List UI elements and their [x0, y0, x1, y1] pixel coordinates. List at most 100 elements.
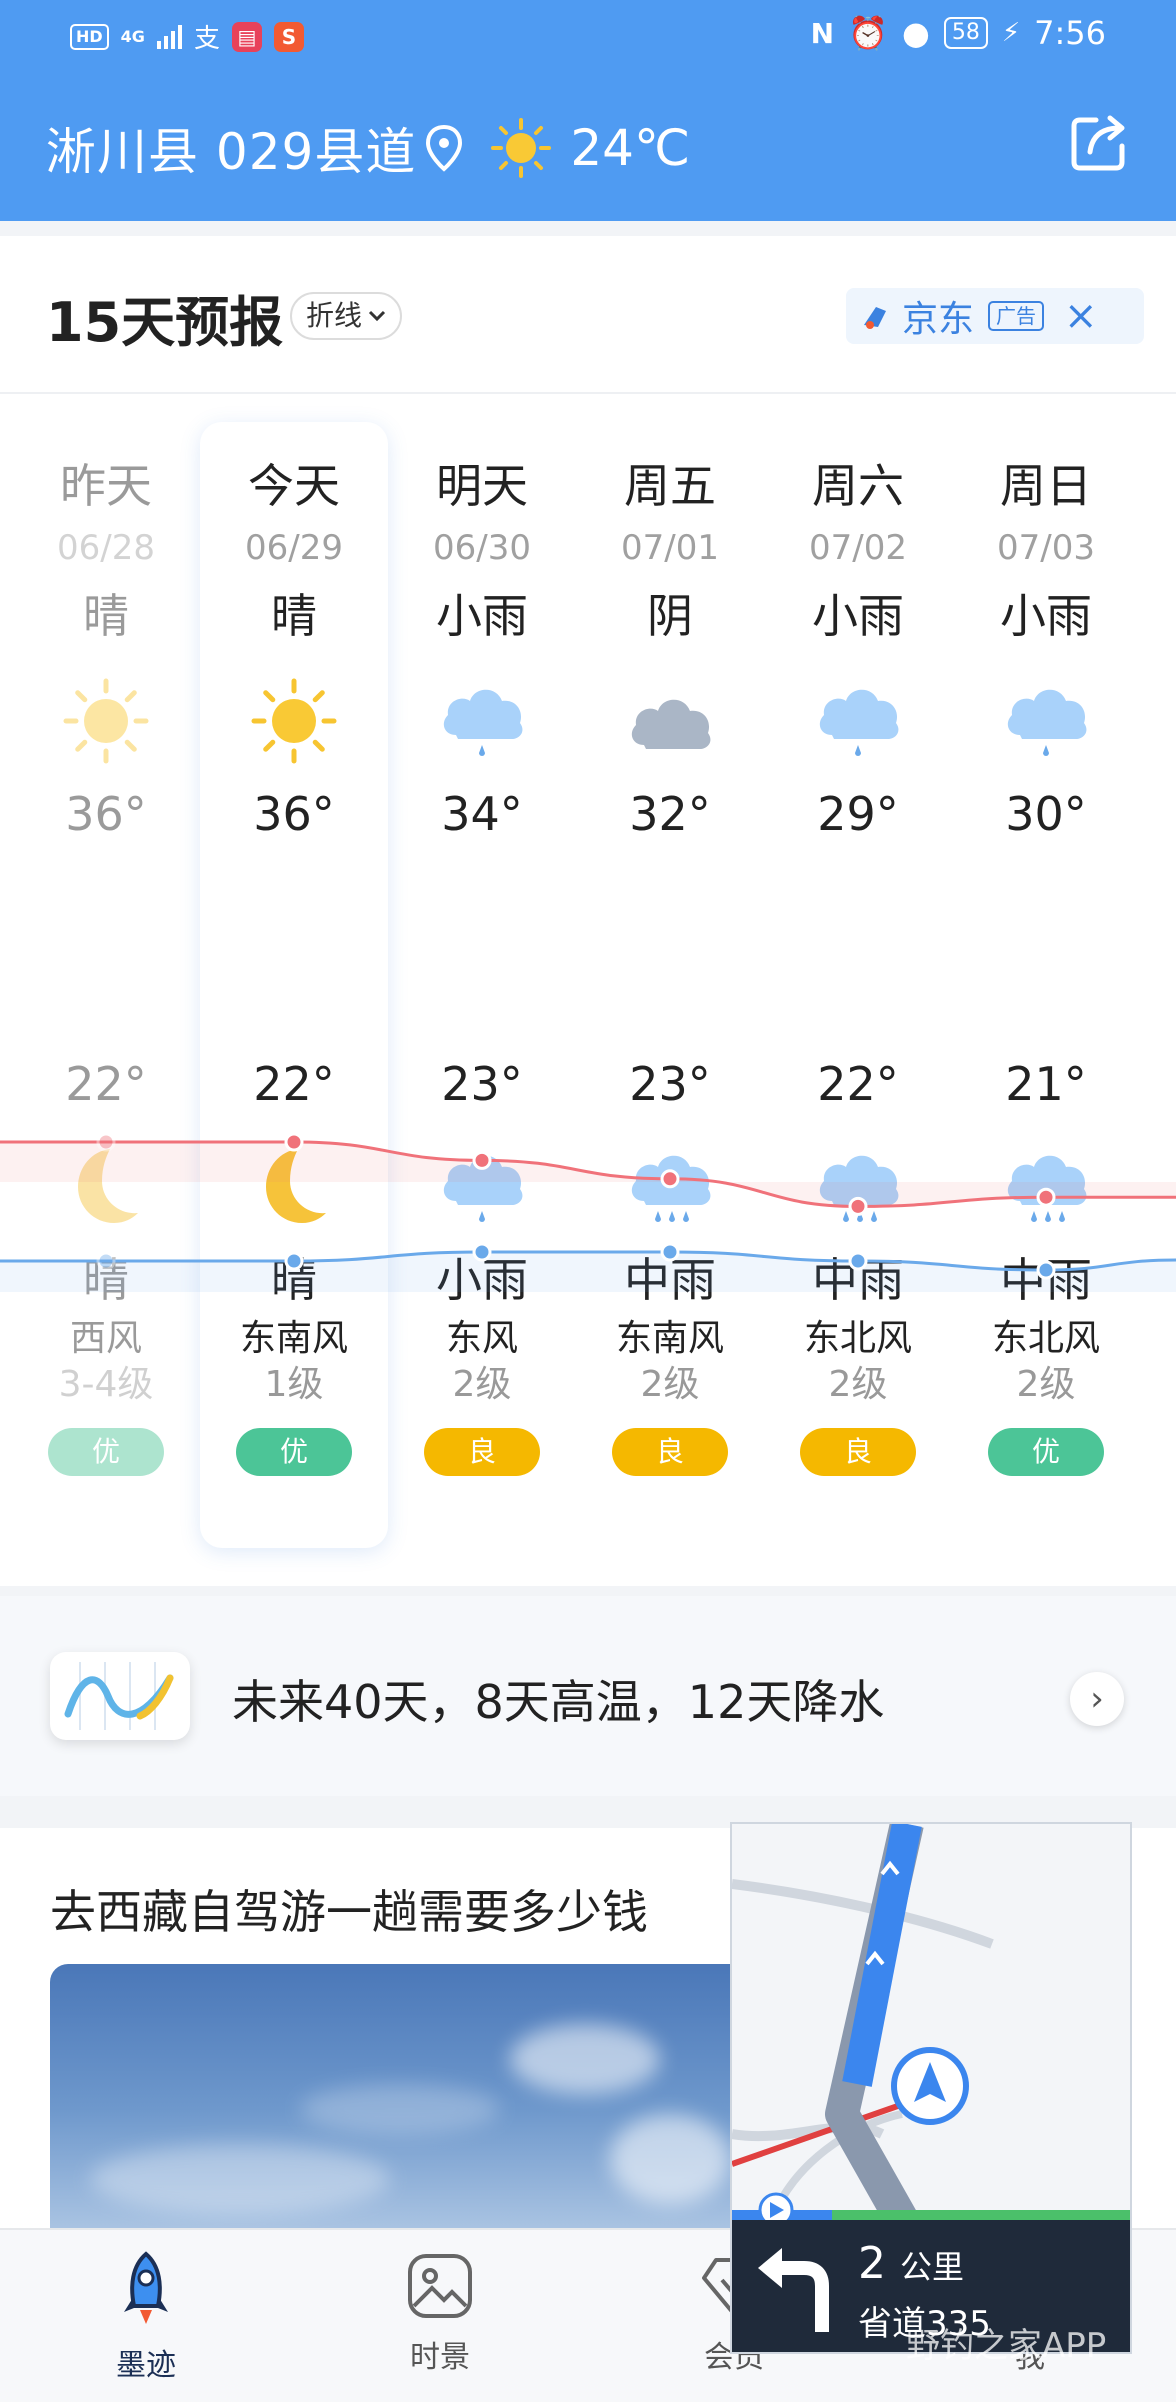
data-point: [96, 1251, 116, 1271]
wind-level: 2级: [1016, 1364, 1076, 1405]
overcast-icon: [631, 699, 711, 749]
location-bar[interactable]: 淅川县 029县道 24℃: [46, 112, 690, 184]
data-point: [660, 1169, 680, 1189]
status-right: N ⏰ ● 58 ⚡ 7:56: [811, 14, 1106, 52]
app-header: HD 4G 支 ▤ S N ⏰ ● 58 ⚡ 7:56 淅川县 029县道 24…: [0, 0, 1176, 221]
article-title[interactable]: 去西藏自驾游一趟需要多少钱: [50, 1876, 648, 1942]
navigation-overlay[interactable]: 2 公里 省道335: [730, 1822, 1132, 2354]
light-rain-icon: [1007, 689, 1087, 756]
wind-level: 2级: [640, 1364, 700, 1405]
day-column-top[interactable]: 昨天 06/28 晴 36°: [12, 458, 200, 842]
day-name: 周五: [624, 459, 716, 513]
wind-level: 3-4级: [58, 1364, 154, 1405]
day-date: 07/02: [809, 528, 907, 568]
day-date: 07/03: [997, 528, 1095, 568]
day-name: 周六: [812, 459, 904, 513]
day-column-top[interactable]: 周日 07/03 小雨 30°: [952, 458, 1140, 842]
forecast-title: 15天预报: [46, 291, 284, 354]
clock: 7:56: [1034, 14, 1106, 52]
nfc-icon: N: [810, 16, 835, 50]
panel-divider: [0, 392, 1176, 394]
data-point: [660, 1242, 680, 1262]
high-temp: 30°: [1005, 787, 1087, 841]
sun-icon: [251, 678, 337, 764]
aqi-badge[interactable]: 良: [800, 1428, 916, 1476]
light-rain-icon: [819, 689, 899, 756]
tab-label: 时景: [410, 2340, 470, 2375]
aqi-badge[interactable]: 优: [48, 1428, 164, 1476]
sogou-app-icon: S: [273, 21, 304, 52]
tab-moji[interactable]: 墨迹: [56, 2250, 236, 2384]
long-term-forecast-bar[interactable]: 未来40天，8天高温，12天降水 ›: [0, 1596, 1176, 1796]
reader-app-icon: ▤: [231, 21, 262, 52]
day-date: 06/28: [57, 528, 155, 568]
chart-mode-label: 折线: [306, 299, 363, 332]
day-weather-icon: [764, 666, 952, 776]
network-label: 4G: [120, 27, 145, 46]
wind-direction: 东南风: [239, 1318, 348, 1359]
day-weather-icon: [12, 666, 200, 776]
current-temperature: 24℃: [570, 119, 691, 177]
article-image[interactable]: [50, 1964, 730, 2228]
navigation-distance: 2 公里: [858, 2238, 964, 2289]
sun-icon: [63, 678, 149, 764]
day-weather: 小雨: [812, 589, 904, 643]
distance-unit: 公里: [900, 2248, 965, 2286]
day-column-top[interactable]: 周六 07/02 小雨 29°: [764, 458, 952, 842]
signal-icon: [156, 24, 182, 49]
location-title[interactable]: 淅川县 029县道: [46, 112, 416, 184]
day-column-top[interactable]: 明天 06/30 小雨 34°: [388, 458, 576, 842]
data-point: [848, 1251, 868, 1271]
chevron-down-icon: [368, 310, 386, 322]
location-pin-icon: [426, 124, 463, 172]
wind-direction: 东南风: [615, 1318, 724, 1359]
light-rain-icon: [443, 689, 523, 756]
rocket-icon: [124, 2251, 168, 2324]
data-point: [472, 1242, 492, 1262]
ad-close-button[interactable]: ×: [1064, 296, 1098, 336]
wind-level: 1级: [264, 1364, 324, 1405]
location-status-icon: ●: [901, 14, 930, 52]
ad-brand: 京东: [902, 299, 975, 340]
hd-badge: HD: [70, 23, 109, 50]
data-point: [284, 1132, 304, 1152]
trend-chart-icon: [50, 1652, 190, 1740]
share-icon[interactable]: [1066, 110, 1132, 176]
alarm-icon: ⏰: [848, 14, 888, 52]
day-column-top[interactable]: 周五 07/01 阴 32°: [576, 458, 764, 842]
data-point: [1036, 1260, 1056, 1280]
sun-icon: [491, 118, 552, 178]
tab-shijing[interactable]: 时景: [350, 2250, 530, 2376]
high-temp: 32°: [629, 787, 711, 841]
day-date: 07/01: [621, 528, 719, 568]
wind-level: 2级: [828, 1364, 888, 1405]
aqi-badge[interactable]: 良: [424, 1428, 540, 1476]
wind-direction: 东北风: [991, 1318, 1100, 1359]
aqi-badge[interactable]: 优: [236, 1428, 352, 1476]
day-name: 今天: [248, 459, 340, 513]
day-date: 06/29: [245, 528, 343, 568]
jd-logo-icon: [864, 307, 886, 329]
watermark: 野钓之家APP: [906, 2326, 1107, 2366]
turn-left-icon: [758, 2248, 829, 2332]
series-area: [0, 1252, 1176, 1292]
aqi-badge[interactable]: 优: [988, 1428, 1104, 1476]
wind-direction: 东风: [445, 1318, 518, 1359]
day-name: 周日: [1000, 459, 1092, 513]
aqi-badge[interactable]: 良: [612, 1428, 728, 1476]
long-term-forecast-text: 未来40天，8天高温，12天降水: [232, 1675, 885, 1729]
ad-banner[interactable]: 京东 广告 ×: [846, 288, 1144, 344]
wind-level: 2级: [452, 1364, 512, 1405]
battery-icon: 58: [943, 17, 988, 49]
chevron-right-icon[interactable]: ›: [1070, 1672, 1124, 1726]
day-weather-icon: [200, 666, 388, 776]
series-area: [0, 1142, 1176, 1207]
day-column-top[interactable]: 今天 06/29 晴 36°: [200, 458, 388, 842]
day-name: 明天: [436, 459, 528, 513]
day-weather: 小雨: [1000, 589, 1092, 643]
day-weather: 晴: [83, 589, 129, 643]
day-weather-icon: [388, 666, 576, 776]
data-point: [472, 1150, 492, 1170]
high-temp: 36°: [65, 787, 147, 841]
chart-mode-toggle[interactable]: 折线: [290, 292, 403, 340]
